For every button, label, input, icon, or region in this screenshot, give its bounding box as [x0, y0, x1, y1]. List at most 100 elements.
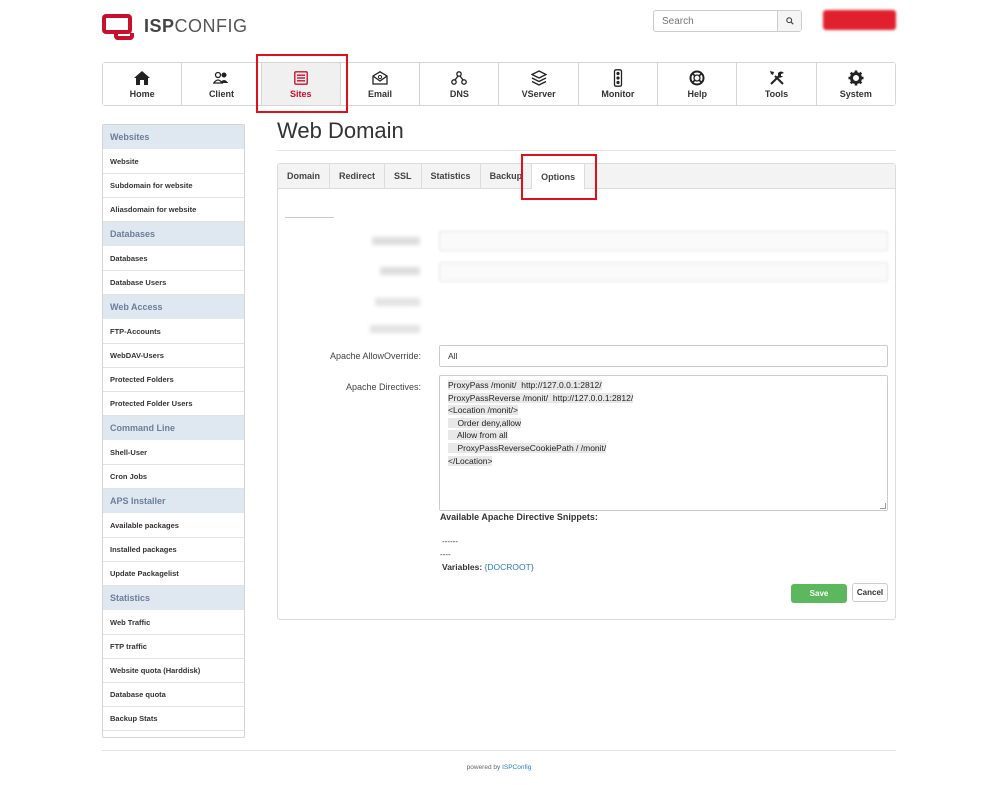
search-button[interactable] — [777, 11, 801, 31]
sidebar-item-website[interactable]: Website — [103, 150, 244, 174]
envelope-icon — [372, 71, 388, 85]
nav-monitor[interactable]: Monitor — [578, 63, 659, 105]
tab-backup[interactable]: Backup — [481, 164, 533, 188]
sidebar-item-protected-folders[interactable]: Protected Folders — [103, 368, 244, 392]
footer-ispconfig-link[interactable]: ISPConfig — [502, 764, 531, 771]
blurred-label — [370, 325, 420, 333]
nav-email[interactable]: Email — [340, 63, 421, 105]
section-divider — [285, 217, 334, 218]
sidebar-item-web-traffic[interactable]: Web Traffic — [103, 611, 244, 635]
nav-help[interactable]: Help — [658, 63, 738, 105]
snippet-separator: ---- — [440, 550, 451, 559]
sidebar-item-cron-jobs[interactable]: Cron Jobs — [103, 465, 244, 489]
nav-label: Sites — [289, 89, 312, 99]
tab-options[interactable]: Options — [532, 164, 586, 190]
title-divider — [277, 150, 896, 151]
nav-label: VServer — [521, 89, 556, 99]
sidebar-item-aliasdomain[interactable]: Aliasdomain for website — [103, 198, 244, 222]
sidebar-item-shell-user[interactable]: Shell-User — [103, 441, 244, 465]
sidebar-item-database-quota[interactable]: Database quota — [103, 683, 244, 707]
directive-line: Allow from all — [448, 430, 508, 441]
nav-dns[interactable]: DNS — [420, 63, 500, 105]
nav-label: Email — [368, 89, 393, 99]
save-button[interactable]: Save — [791, 584, 847, 603]
home-icon — [134, 71, 151, 85]
nav-sites[interactable]: Sites — [261, 63, 341, 105]
nav-home[interactable]: Home — [103, 63, 183, 105]
sidebar-item-subdomain[interactable]: Subdomain for website — [103, 174, 244, 198]
nav-label: Client — [208, 89, 234, 99]
sidebar-section-web-access: Web Access — [103, 295, 244, 320]
blurred-label — [380, 267, 420, 275]
variable-docroot-link[interactable]: {DOCROOT} — [485, 562, 534, 572]
sidebar-item-databases[interactable]: Databases — [103, 247, 244, 271]
search-box — [653, 10, 802, 32]
blurred-field — [439, 262, 888, 282]
tab-ssl[interactable]: SSL — [385, 164, 422, 188]
allow-override-input[interactable]: All — [439, 345, 888, 367]
sidebar-item-installed-packages[interactable]: Installed packages — [103, 538, 244, 562]
monitor-logo-icon — [102, 12, 138, 40]
nav-client[interactable]: Client — [182, 63, 262, 105]
allow-override-label: Apache AllowOverride: — [329, 351, 421, 361]
nav-label: Tools — [764, 89, 789, 99]
main-nav: Home Client Sites Email DNS VServer Moni… — [102, 62, 896, 106]
layers-icon — [530, 70, 547, 86]
directive-line: ProxyPassReverseCookiePath / /monit/ — [448, 442, 607, 453]
snippet-separator: ------ — [442, 537, 458, 546]
sidebar-item-ftp-traffic[interactable]: FTP traffic — [103, 635, 244, 659]
sidebar-item-ftp-accounts[interactable]: FTP-Accounts — [103, 320, 244, 344]
nav-vserver[interactable]: VServer — [499, 63, 579, 105]
apache-directives-textarea[interactable]: ProxyPass /monit/ http://127.0.0.1:2812/… — [439, 375, 888, 511]
logo-text: ISPCONFIG — [144, 15, 248, 36]
tab-statistics[interactable]: Statistics — [422, 164, 481, 188]
variables-label: Variables: — [442, 562, 483, 572]
users-icon — [213, 71, 229, 84]
directive-line: ProxyPassReverse /monit/ http://127.0.0.… — [448, 392, 634, 403]
footer-text: powered by — [466, 764, 501, 771]
tab-bar: Domain Redirect SSL Statistics Backup Op… — [278, 164, 895, 190]
logout-button[interactable]: LOGOUT ADMIN — [823, 10, 896, 30]
search-icon — [785, 17, 794, 25]
sidebar-item-webdav-users[interactable]: WebDAV-Users — [103, 344, 244, 368]
sidebar-item-update-packagelist[interactable]: Update Packagelist — [103, 562, 244, 586]
tab-redirect[interactable]: Redirect — [330, 164, 386, 188]
nav-label: Help — [687, 89, 707, 99]
list-icon — [293, 71, 308, 85]
nav-tools[interactable]: Tools — [737, 63, 817, 105]
sidebar-item-protected-folder-users[interactable]: Protected Folder Users — [103, 392, 244, 416]
sidebar-section-databases: Databases — [103, 222, 244, 247]
ispconfig-logo[interactable]: ISPCONFIG — [102, 11, 248, 41]
sidebar-section-statistics: Statistics — [103, 586, 244, 611]
tools-icon — [769, 71, 784, 85]
search-input[interactable] — [654, 11, 777, 31]
sidebar-section-websites: Websites — [103, 125, 244, 150]
lifebuoy-icon — [689, 70, 705, 86]
nav-system[interactable]: System — [816, 63, 895, 105]
gear-icon — [848, 70, 864, 86]
traffic-light-icon — [613, 69, 623, 87]
sidebar-section-command-line: Command Line — [103, 416, 244, 441]
blurred-field — [439, 231, 888, 251]
sidebar-item-available-packages[interactable]: Available packages — [103, 514, 244, 538]
sidebar-item-website-quota[interactable]: Website quota (Harddisk) — [103, 659, 244, 683]
nav-label: Monitor — [601, 89, 635, 99]
tab-domain[interactable]: Domain — [278, 164, 331, 188]
variables-line: Variables: {DOCROOT} — [442, 562, 534, 572]
page-title: Web Domain — [277, 118, 404, 143]
sidebar: Websites Website Subdomain for website A… — [102, 124, 245, 738]
sitemap-icon — [451, 71, 468, 85]
sidebar-item-database-users[interactable]: Database Users — [103, 271, 244, 295]
footer: powered by ISPConfig — [0, 764, 998, 771]
directive-line: <Location /monit/> — [448, 405, 518, 416]
sidebar-item-backup-stats[interactable]: Backup Stats — [103, 707, 244, 731]
nav-label: Home — [129, 89, 155, 99]
nav-label: System — [839, 89, 872, 99]
sidebar-section-aps-installer: APS Installer — [103, 489, 244, 514]
cancel-button[interactable]: Cancel — [852, 583, 888, 602]
footer-divider — [102, 750, 896, 751]
directive-line: Order deny,allow — [448, 417, 522, 428]
directive-line: ProxyPass /monit/ http://127.0.0.1:2812/ — [448, 380, 602, 390]
apache-directives-label: Apache Directives: — [345, 382, 421, 392]
resize-handle-icon[interactable] — [880, 503, 886, 509]
